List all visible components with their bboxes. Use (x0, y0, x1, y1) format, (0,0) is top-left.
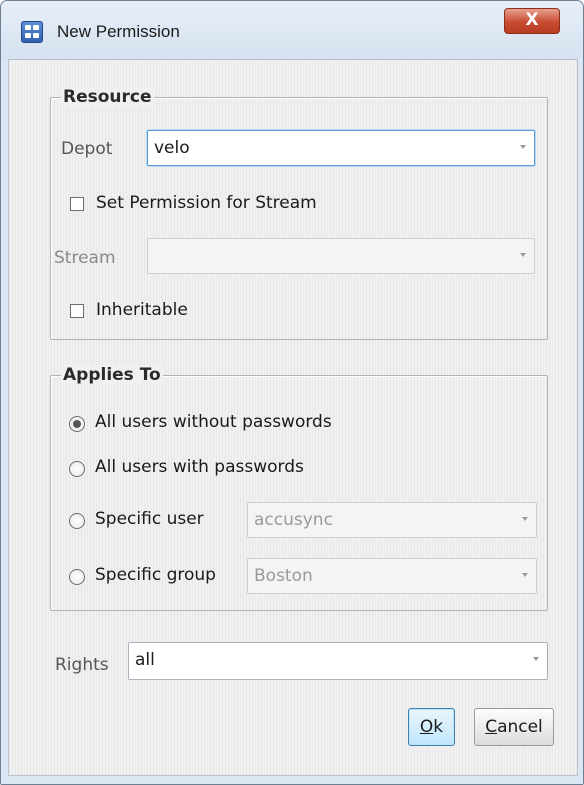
rights-value: all (135, 650, 155, 670)
specific-user-value: accusync (254, 510, 333, 530)
radio-specific-user[interactable] (69, 513, 85, 529)
inheritable-label: Inheritable (96, 300, 188, 320)
dialog-window: New Permission X Resource Depot velo Set… (0, 0, 584, 785)
close-button[interactable]: X (504, 8, 560, 34)
chevron-down-icon (522, 517, 528, 521)
window-title: New Permission (57, 22, 180, 41)
specific-user-select[interactable]: accusync (247, 502, 537, 538)
chevron-down-icon (520, 145, 526, 149)
all-users-with-passwords-label: All users with passwords (95, 457, 304, 477)
ok-button[interactable]: Ok (408, 708, 455, 746)
title-bar[interactable]: New Permission X (1, 1, 583, 59)
close-icon: X (525, 10, 539, 30)
applies-to-group: Applies To All users without passwords A… (50, 365, 548, 611)
ok-mnemonic: O (419, 717, 434, 737)
chevron-down-icon (520, 253, 526, 257)
specific-user-label: Specific user (95, 509, 204, 529)
rights-select[interactable]: all (128, 642, 548, 680)
chevron-down-icon (533, 657, 539, 661)
app-icon (21, 21, 43, 43)
set-permission-stream-checkbox[interactable] (70, 197, 84, 211)
cancel-button[interactable]: Cancel (474, 708, 554, 746)
cancel-label: ancel (497, 717, 543, 737)
set-permission-stream-label: Set Permission for Stream (96, 193, 317, 213)
specific-group-label: Specific group (95, 565, 216, 585)
inheritable-checkbox[interactable] (70, 304, 84, 318)
dialog-content: Resource Depot velo Set Permission for S… (8, 59, 578, 776)
stream-label: Stream (54, 248, 116, 268)
applies-to-legend: Applies To (61, 365, 163, 385)
specific-group-value: Boston (254, 566, 313, 586)
radio-all-users-without-passwords[interactable] (69, 416, 85, 432)
depot-value: velo (154, 138, 190, 158)
resource-group: Resource Depot velo Set Permission for S… (50, 87, 548, 340)
chevron-down-icon (522, 573, 528, 577)
depot-select[interactable]: velo (147, 130, 535, 166)
depot-label: Depot (61, 139, 113, 159)
radio-all-users-with-passwords[interactable] (69, 461, 85, 477)
cancel-mnemonic: C (485, 717, 498, 737)
specific-group-select[interactable]: Boston (247, 558, 537, 594)
rights-label: Rights (55, 655, 109, 675)
radio-specific-group[interactable] (69, 569, 85, 585)
all-users-without-passwords-label: All users without passwords (95, 412, 332, 432)
resource-legend: Resource (61, 87, 154, 107)
ok-label: k (433, 717, 444, 737)
stream-select[interactable] (147, 238, 535, 274)
